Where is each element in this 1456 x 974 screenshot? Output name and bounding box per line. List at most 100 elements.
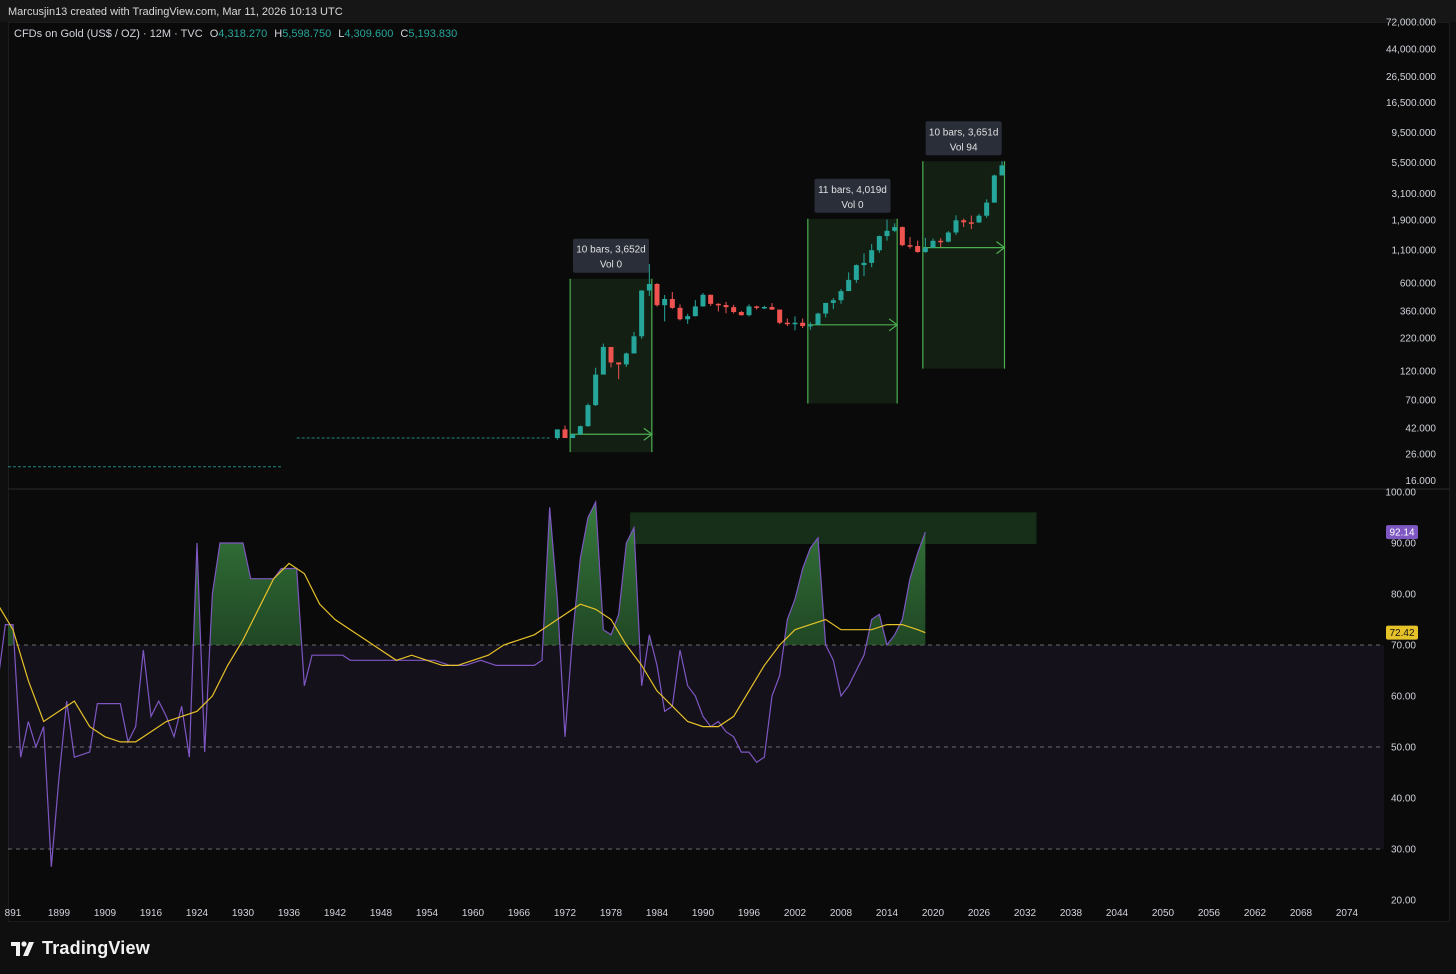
price-tick-label: 600.000 (1400, 279, 1437, 290)
x-tick-label: 1996 (738, 908, 761, 919)
x-tick-label: 2074 (1336, 908, 1359, 919)
candle-body-1976 (616, 362, 622, 365)
x-tick-label: 2026 (968, 908, 991, 919)
price-tick-label: 1,100.000 (1392, 246, 1437, 257)
x-tick-label: 1916 (140, 908, 163, 919)
rsi-tick-label: 60.00 (1391, 692, 1416, 703)
candle-body-1989 (715, 303, 721, 306)
candle-body-2021 (961, 220, 967, 223)
candle-body-2000 (800, 322, 806, 327)
candle-body-2009 (869, 250, 875, 263)
rsi-tick-label: 20.00 (1391, 896, 1416, 907)
candle-body-2014 (907, 245, 913, 247)
measure-vol-text-2: Vol 94 (950, 142, 978, 153)
price-tick-label: 26.000 (1405, 450, 1436, 461)
rsi-tick-label: 90.00 (1391, 539, 1416, 550)
x-tick-label: 2002 (784, 908, 807, 919)
price-tick-label: 72,000.000 (1386, 18, 1436, 29)
x-tick-label: 1966 (508, 908, 531, 919)
candle-body-1997 (777, 309, 783, 323)
candle-body-1985 (685, 316, 691, 320)
measure-box-1 (807, 218, 898, 404)
price-tick-label: 220.000 (1400, 333, 1437, 344)
candle-body-1970 (570, 434, 576, 439)
x-tick-label: 891 (5, 908, 22, 919)
candle-body-1994 (754, 306, 760, 308)
tradingview-wordmark: TradingView (42, 938, 150, 958)
candle-body-1992 (738, 312, 744, 316)
x-tick-label: 1899 (48, 908, 71, 919)
candle-body-1974 (600, 346, 606, 375)
rsi-pane (0, 499, 1384, 867)
price-tick-label: 44,000.000 (1386, 44, 1436, 55)
x-tick-label: 1960 (462, 908, 485, 919)
candle-body-2026 (999, 165, 1005, 176)
x-tick-label: 2044 (1106, 908, 1129, 919)
candle-body-1991 (731, 307, 737, 313)
measure-vol-text-1: Vol 0 (841, 200, 864, 211)
price-tick-label: 1,900.000 (1392, 216, 1437, 227)
candle-body-2025 (991, 175, 997, 203)
candle-body-2016 (922, 247, 928, 252)
candle-body-2007 (853, 265, 859, 280)
rsi-tick-label: 100.00 (1385, 488, 1416, 499)
x-tick-label: 1978 (600, 908, 623, 919)
candle-body-2004 (830, 300, 836, 303)
ma-last-value-label: 72.42 (1389, 628, 1414, 639)
candle-body-1969 (562, 429, 568, 439)
candle-body-2017 (930, 240, 936, 248)
candle-body-2002 (815, 313, 821, 325)
x-tick-label: 2038 (1060, 908, 1083, 919)
chart-svg[interactable]: 10 bars, 3,652d Vol 0 11 bars, 4,019d Vol 0… (0, 0, 1456, 974)
candle-body-1998 (784, 322, 790, 325)
high-value: 5,598.750 (282, 28, 332, 40)
x-tick-label: 1984 (646, 908, 669, 919)
price-tick-label: 26,500.000 (1386, 72, 1436, 83)
close-value: 5,193.830 (408, 28, 458, 40)
symbol-name: CFDs on Gold (US$ / OZ) · 12M · TVC (14, 28, 203, 40)
candle-body-1968 (554, 429, 560, 439)
candle-body-1973 (593, 374, 599, 406)
open-value: 4,318.270 (218, 28, 268, 40)
measure-label-text-1: 11 bars, 4,019d (818, 185, 887, 196)
x-tick-label: 1972 (554, 908, 577, 919)
price-tick-label: 16,500.000 (1386, 98, 1436, 109)
candle-body-2018 (938, 240, 944, 243)
low-value: 4,309.600 (344, 28, 394, 40)
tradingview-logo[interactable]: TradingView (10, 938, 150, 959)
candle-body-1993 (746, 306, 752, 316)
x-tick-label: 2008 (830, 908, 853, 919)
x-tick-label: 2020 (922, 908, 945, 919)
x-tick-label: 2068 (1290, 908, 1313, 919)
open-label: O (209, 28, 219, 40)
candle-body-2022 (968, 222, 974, 224)
measure-label-text-2: 10 bars, 3,651d (929, 127, 999, 138)
candle-body-1981 (654, 283, 660, 306)
price-tick-label: 42.000 (1405, 424, 1436, 435)
candle-body-1983 (669, 299, 675, 308)
rsi-tick-label: 30.00 (1391, 845, 1416, 856)
x-tick-label: 2014 (876, 908, 899, 919)
x-tick-label: 1990 (692, 908, 715, 919)
candle-body-1999 (792, 322, 798, 325)
candle-body-1972 (585, 405, 591, 427)
candle-body-2019 (945, 232, 951, 242)
rsi-tick-label: 80.00 (1391, 590, 1416, 601)
candle-body-2015 (915, 246, 921, 252)
candle-body-1984 (677, 307, 683, 320)
candle-body-1978 (631, 336, 637, 354)
x-tick-label: 2062 (1244, 908, 1267, 919)
price-tick-label: 120.000 (1400, 366, 1437, 377)
symbol-legend: CFDs on Gold (US$ / OZ) · 12M · TVC O4,3… (14, 28, 457, 40)
candle-body-2012 (892, 227, 898, 231)
candle-body-1987 (700, 294, 706, 307)
x-tick-label: 1909 (94, 908, 117, 919)
x-tick-label: 1924 (186, 908, 209, 919)
candle-body-2011 (884, 230, 890, 237)
measure-label-text-0: 10 bars, 3,652d (576, 245, 646, 256)
candle-body-1977 (623, 353, 629, 365)
x-tick-label: 1954 (416, 908, 439, 919)
price-tick-label: 360.000 (1400, 306, 1437, 317)
price-tick-label: 16.000 (1405, 476, 1436, 487)
candle-body-1975 (608, 346, 614, 363)
